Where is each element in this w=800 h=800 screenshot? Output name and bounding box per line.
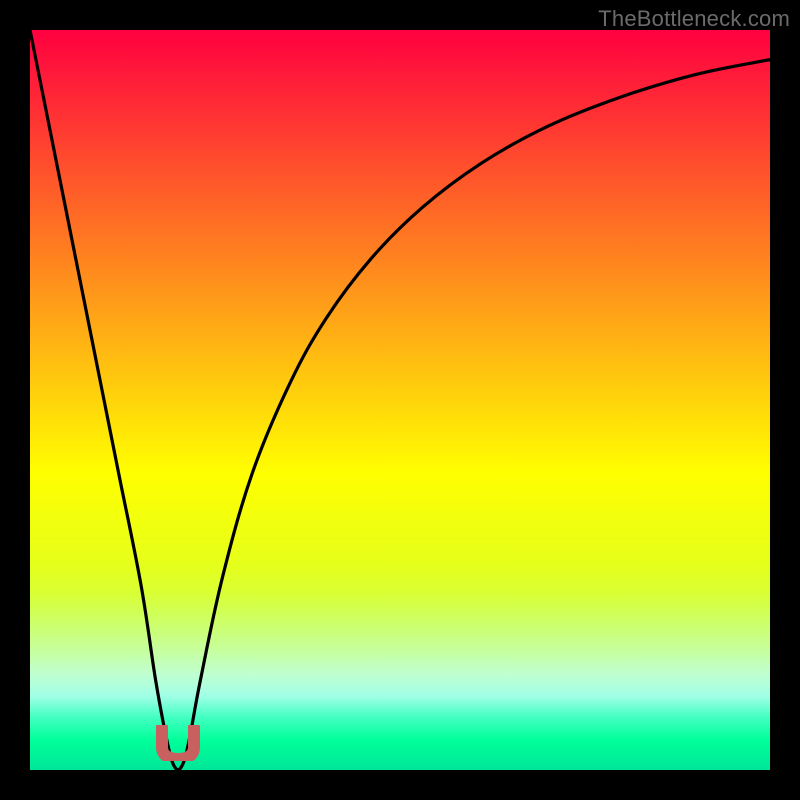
- curve-path: [30, 30, 770, 770]
- bottleneck-curve: [30, 30, 770, 770]
- chart-frame: TheBottleneck.com: [0, 0, 800, 800]
- plot-area: [30, 30, 770, 770]
- watermark-text: TheBottleneck.com: [598, 6, 790, 32]
